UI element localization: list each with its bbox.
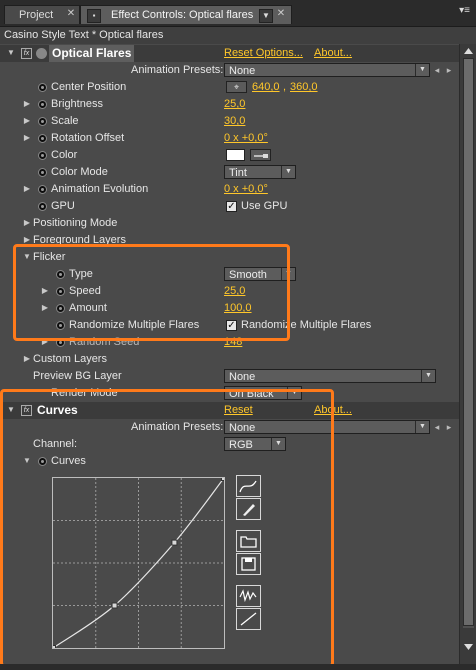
stopwatch-icon[interactable] xyxy=(38,168,47,177)
rotation-offset-value[interactable]: 0 x +0,0° xyxy=(224,130,268,147)
close-icon[interactable]: ✕ xyxy=(65,8,77,20)
expand-triangle-icon[interactable]: ▼ xyxy=(6,48,16,58)
color-mode-dropdown[interactable]: Tint ▼ xyxy=(224,165,296,179)
breadcrumb: Casino Style Text * Optical flares xyxy=(0,27,476,44)
expand-triangle-icon[interactable]: ▶ xyxy=(22,133,32,143)
expand-triangle-icon[interactable]: ▶ xyxy=(22,116,32,126)
animation-evolution-row: ▶ Animation Evolution 0 x +0,0° xyxy=(0,181,459,198)
stopwatch-icon[interactable] xyxy=(38,117,47,126)
chevron-down-icon: ▼ xyxy=(281,166,295,178)
gpu-row: GPU ✓ Use GPU xyxy=(0,198,459,215)
use-gpu-label: Use GPU xyxy=(241,200,288,212)
chevron-down-icon: ▼ xyxy=(415,64,429,76)
stopwatch-icon[interactable] xyxy=(38,134,47,143)
scroll-down-icon[interactable] xyxy=(463,642,474,652)
scroll-up-icon[interactable] xyxy=(463,46,474,56)
close-icon[interactable]: ✕ xyxy=(275,8,287,20)
tab-project[interactable]: Project ✕ xyxy=(4,5,80,24)
brightness-label: Brightness xyxy=(51,98,103,110)
chevron-down-icon: ▼ xyxy=(415,421,429,433)
brightness-row: ▶ Brightness 25,0 xyxy=(0,96,459,113)
crosshair-icon[interactable]: ⌖ xyxy=(226,81,247,93)
panel-menu-icon[interactable]: ▾≡ xyxy=(459,5,470,16)
color-label: Color xyxy=(51,149,78,161)
panel-footer xyxy=(0,664,476,670)
next-preset-icon[interactable]: ▸ xyxy=(444,64,454,76)
dropdown-value: Tint xyxy=(229,167,247,179)
lock-icon[interactable]: ▪ xyxy=(87,9,101,23)
scale-value[interactable]: 30,0 xyxy=(224,113,245,130)
center-position-y[interactable]: 360,0 xyxy=(290,79,318,96)
chevron-down-icon: ▼ xyxy=(421,370,435,382)
positioning-mode-row[interactable]: ▶ Positioning Mode xyxy=(0,215,459,232)
animation-presets-row: Animation Presets: None ▼ ◂ ▸ xyxy=(0,62,459,79)
gpu-label: GPU xyxy=(51,200,75,212)
next-preset-icon[interactable]: ▸ xyxy=(444,421,454,433)
color-swatch[interactable] xyxy=(226,149,245,161)
stopwatch-icon[interactable] xyxy=(38,100,47,109)
tab-effect-controls-label: Effect Controls: Optical flares xyxy=(111,9,254,21)
about-link[interactable]: About... xyxy=(314,45,352,62)
effect-controls-panel: ▼ fx Optical Flares Reset Options... Abo… xyxy=(0,44,459,664)
animation-evolution-label: Animation Evolution xyxy=(51,183,149,195)
reset-options-link[interactable]: Reset Options... xyxy=(224,45,303,62)
stopwatch-icon[interactable] xyxy=(38,151,47,160)
custom-layers-label: Custom Layers xyxy=(33,353,107,365)
animation-presets-dropdown[interactable]: None ▼ xyxy=(224,63,430,77)
animation-evolution-value[interactable]: 0 x +0,0° xyxy=(224,181,268,198)
center-position-x[interactable]: 640,0 xyxy=(252,79,280,96)
eyedropper-icon[interactable] xyxy=(250,149,271,161)
flicker-highlight-frame xyxy=(13,244,290,341)
use-gpu-checkbox[interactable]: ✓ xyxy=(226,201,237,212)
vertical-scrollbar[interactable] xyxy=(459,44,476,664)
brightness-value[interactable]: 25,0 xyxy=(224,96,245,113)
tab-project-label: Project xyxy=(19,9,54,21)
chevron-down-icon[interactable]: ▼ xyxy=(259,9,273,23)
effect-header-optical-flares[interactable]: ▼ fx Optical Flares Reset Options... Abo… xyxy=(0,45,459,62)
rotation-offset-label: Rotation Offset xyxy=(51,132,125,144)
dropdown-value: None xyxy=(229,371,256,383)
custom-layers-row[interactable]: ▶ Custom Layers xyxy=(0,351,459,368)
preview-bg-layer-row: Preview BG Layer None ▼ xyxy=(0,368,459,385)
preview-bg-layer-label: Preview BG Layer xyxy=(33,370,122,382)
previous-preset-icon[interactable]: ◂ xyxy=(432,421,442,433)
comma-separator: , xyxy=(283,81,287,93)
scroll-thumb[interactable] xyxy=(463,58,474,626)
rotation-offset-row: ▶ Rotation Offset 0 x +0,0° xyxy=(0,130,459,147)
expand-triangle-icon[interactable]: ▶ xyxy=(22,99,32,109)
center-position-label: Center Position xyxy=(51,81,127,93)
preview-bg-layer-dropdown[interactable]: None ▼ xyxy=(224,369,436,383)
dropdown-value: None xyxy=(229,65,256,77)
color-mode-label: Color Mode xyxy=(51,166,108,178)
color-row: Color xyxy=(0,147,459,164)
effect-name: Optical Flares xyxy=(49,45,135,62)
previous-preset-icon[interactable]: ◂ xyxy=(432,64,442,76)
tab-effect-controls[interactable]: ▪ Effect Controls: Optical flares ▼ ✕ xyxy=(80,5,292,24)
color-mode-row: Color Mode Tint ▼ xyxy=(0,164,459,181)
curves-highlight-frame xyxy=(0,389,334,664)
scale-label: Scale xyxy=(51,115,79,127)
scale-row: ▶ Scale 30,0 xyxy=(0,113,459,130)
positioning-mode-label: Positioning Mode xyxy=(33,217,118,229)
panel-tab-bar: Project ✕ ▪ Effect Controls: Optical fla… xyxy=(0,0,476,27)
expand-triangle-icon[interactable]: ▶ xyxy=(22,218,32,228)
animation-presets-label: Animation Presets: xyxy=(131,64,224,76)
expand-triangle-icon[interactable]: ▶ xyxy=(22,354,32,364)
stopwatch-icon[interactable] xyxy=(38,83,47,92)
stopwatch-icon[interactable] xyxy=(38,202,47,211)
center-position-row: Center Position ⌖ 640,0 , 360,0 xyxy=(0,79,459,96)
stopwatch-icon[interactable] xyxy=(38,185,47,194)
expand-triangle-icon[interactable]: ▶ xyxy=(22,184,32,194)
fx-toggle-icon[interactable]: fx xyxy=(21,48,32,59)
plugin-icon xyxy=(36,48,47,59)
